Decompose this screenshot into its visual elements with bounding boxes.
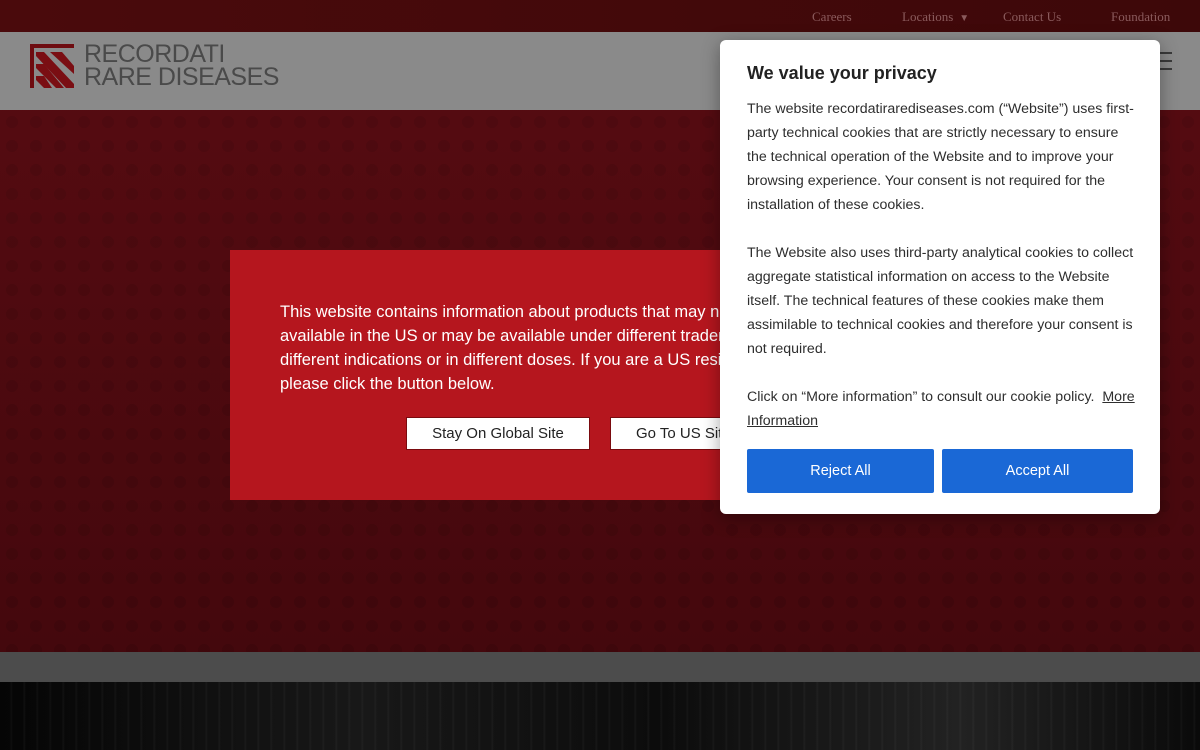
region-modal-text: This website contains information about … xyxy=(280,303,790,393)
cookie-paragraph-3: Click on “More information” to consult o… xyxy=(747,385,1137,433)
contact-us-link[interactable]: Contact Us xyxy=(1003,9,1061,25)
cookie-paragraph-1: The website recordatirarediseases.com (“… xyxy=(747,101,1134,213)
logo-line-2: RARE DISEASES xyxy=(84,63,279,91)
top-utility-bar: Careers Locations ▼ Contact Us Foundation xyxy=(0,0,1200,32)
logo[interactable]: RECORDATI RARE DISEASES xyxy=(30,42,290,92)
section-divider xyxy=(0,652,1200,682)
foundation-link[interactable]: Foundation xyxy=(1111,9,1170,25)
locations-label: Locations xyxy=(902,9,954,24)
cookie-paragraph-2: The Website also uses third-party analyt… xyxy=(747,245,1134,357)
hero-image-band xyxy=(0,682,1200,750)
logo-wordmark: RECORDATI RARE DISEASES xyxy=(84,42,279,91)
stay-on-global-site-button[interactable]: Stay On Global Site xyxy=(406,417,590,450)
locations-link[interactable]: Locations ▼ xyxy=(902,9,969,25)
reject-all-button[interactable]: Reject All xyxy=(747,449,934,493)
cookie-policy-text: Click on “More information” to consult o… xyxy=(747,389,1095,405)
cookie-consent-dialog: We value your privacy The website record… xyxy=(720,40,1160,514)
careers-link[interactable]: Careers xyxy=(812,9,852,25)
logo-mark-icon xyxy=(30,44,74,88)
chevron-down-icon: ▼ xyxy=(959,13,970,24)
cookie-title: We value your privacy xyxy=(747,63,937,83)
accept-all-button[interactable]: Accept All xyxy=(942,449,1133,493)
region-modal: This website contains information about … xyxy=(230,250,790,500)
